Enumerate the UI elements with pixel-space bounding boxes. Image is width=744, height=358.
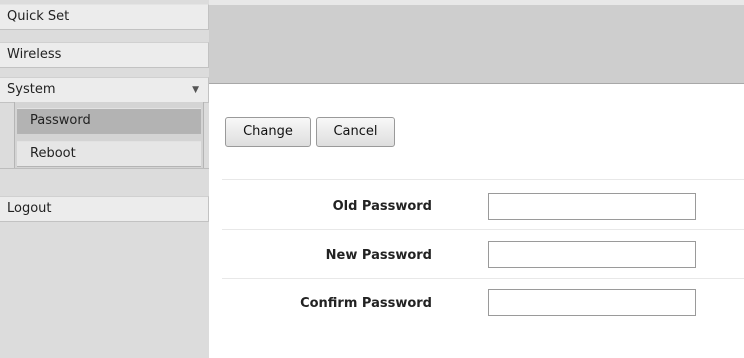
old-password-label: Old Password [332, 199, 432, 214]
form-divider [222, 229, 744, 230]
sidebar-item-label: Quick Set [7, 9, 70, 24]
form-divider [222, 179, 744, 180]
sidebar-item-logout[interactable]: Logout [0, 196, 209, 222]
submenu-item-password[interactable]: Password [17, 108, 201, 134]
old-password-field[interactable] [488, 193, 696, 220]
content-header [209, 0, 744, 84]
cancel-button[interactable]: Cancel [316, 117, 395, 147]
new-password-field[interactable] [488, 241, 696, 268]
submenu-item-reboot[interactable]: Reboot [17, 141, 201, 167]
submenu-item-label: Password [30, 113, 91, 128]
app-window: Quick Set Wireless System ▼ Password Reb… [0, 0, 744, 358]
system-submenu: Password Reboot [14, 102, 204, 168]
sidebar-item-wireless[interactable]: Wireless [0, 42, 209, 68]
sidebar-item-label: Logout [7, 201, 52, 216]
sidebar: Quick Set Wireless System ▼ Password Reb… [0, 0, 209, 358]
confirm-password-label: Confirm Password [300, 296, 432, 311]
sidebar-item-label: Wireless [7, 47, 62, 62]
submenu-item-label: Reboot [30, 146, 76, 161]
sidebar-divider [0, 168, 209, 169]
sidebar-item-system[interactable]: System ▼ [0, 77, 209, 103]
new-password-label: New Password [325, 248, 432, 263]
chevron-down-icon: ▼ [192, 85, 199, 95]
change-button[interactable]: Change [225, 117, 311, 147]
sidebar-item-label: System [7, 82, 56, 97]
sidebar-item-quick-set[interactable]: Quick Set [0, 4, 209, 30]
form-divider [222, 278, 744, 279]
confirm-password-field[interactable] [488, 289, 696, 316]
